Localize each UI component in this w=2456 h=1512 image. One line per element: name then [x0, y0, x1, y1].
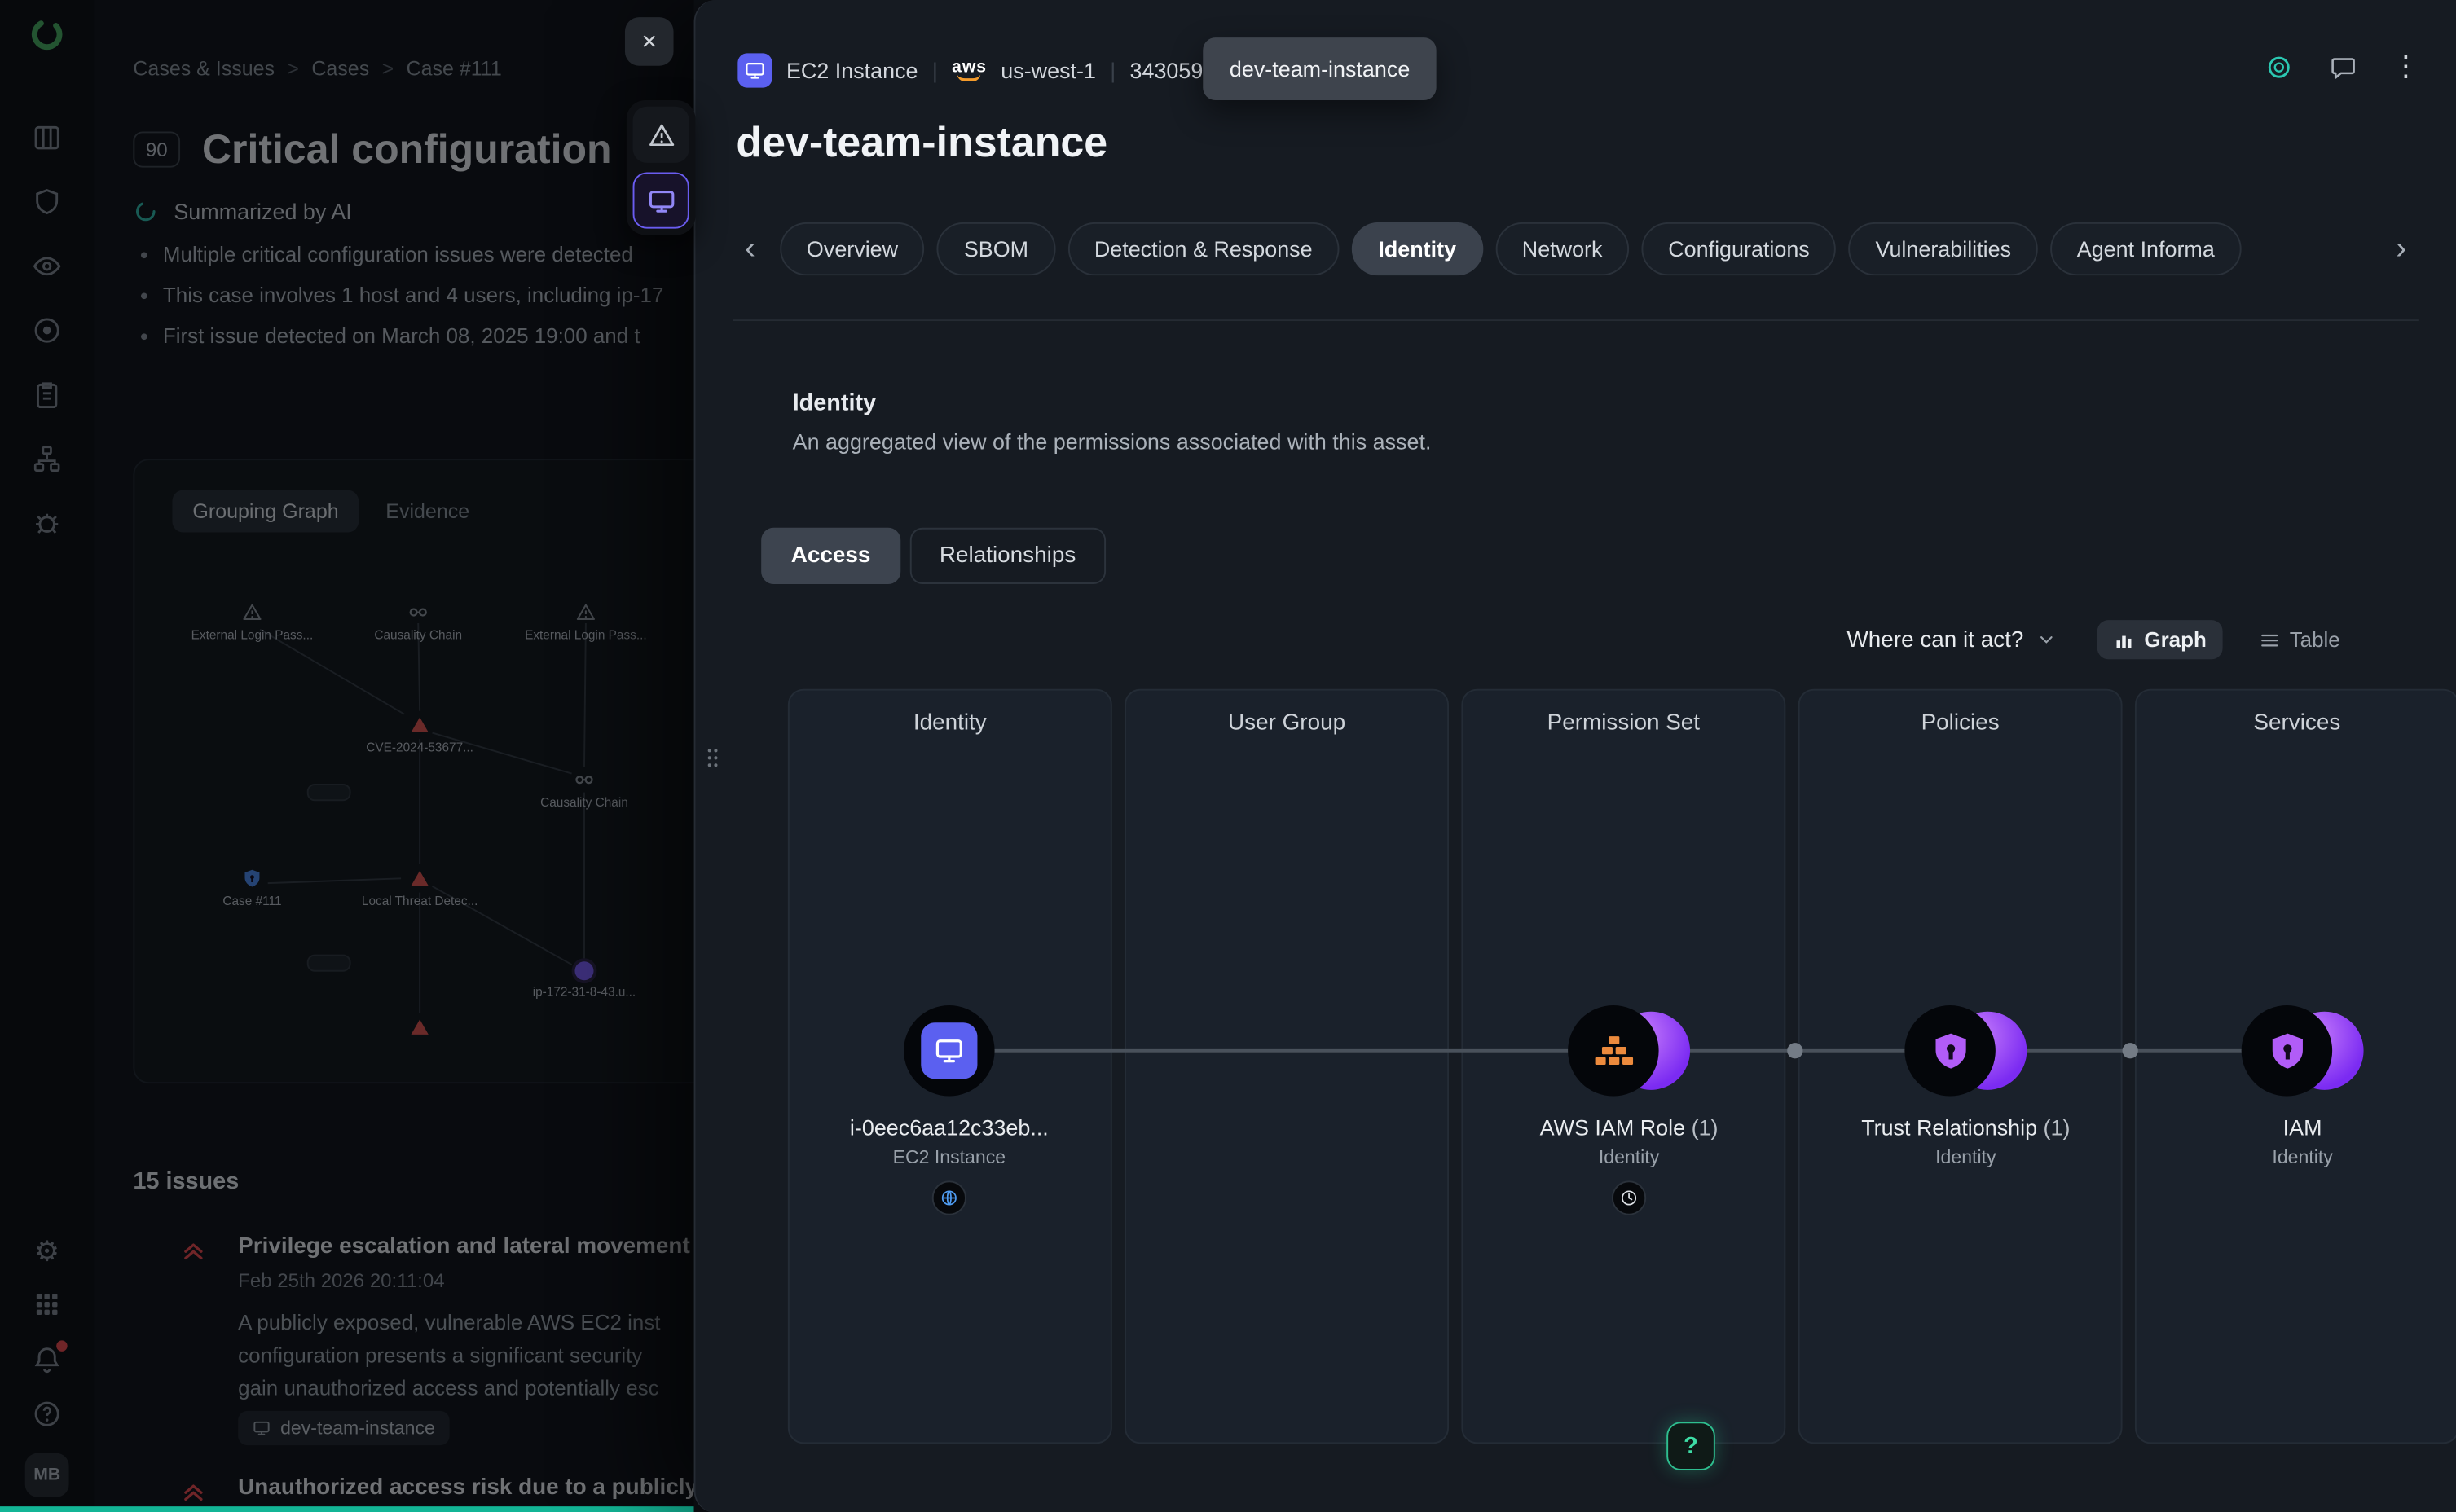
asset-header: EC2 Instance | aws us-west-1 | 343059098 [737, 53, 1239, 87]
close-icon: × [641, 26, 657, 57]
tab-identity[interactable]: Identity [1352, 222, 1483, 275]
kebab-icon: ⋮ [2392, 51, 2420, 83]
tab-divider [733, 319, 2419, 321]
tabs-scroll-left-button[interactable]: ‹ [733, 231, 768, 266]
policy-shield-icon [1927, 1028, 1973, 1074]
service-shield-icon [2265, 1028, 2310, 1074]
node-aws-iam-role[interactable]: AWS IAM Role (1) Identity [1472, 1005, 1785, 1215]
identity-mode-toggle: Access Relationships [761, 528, 1106, 584]
iam-role-icon [1591, 1028, 1636, 1074]
access-toggle-button[interactable]: Access [761, 528, 900, 584]
identity-section-heading: Identity [793, 390, 877, 417]
asset-title: dev-team-instance [736, 119, 1107, 168]
internet-exposure-badge [932, 1180, 966, 1215]
tab-network[interactable]: Network [1495, 222, 1629, 275]
header-divider: | [932, 58, 938, 83]
ec2-node-icon [921, 1022, 977, 1079]
dock-asset-button[interactable] [633, 172, 689, 228]
more-actions-button[interactable]: ⋮ [2393, 51, 2419, 83]
node-trust-relationship[interactable]: Trust Relationship (1) Identity [1809, 1005, 2122, 1168]
graph-view-button[interactable]: Graph [2097, 620, 2222, 659]
chevron-down-icon [2036, 630, 2057, 650]
question-mark-icon: ? [1684, 1433, 1698, 1460]
edge-junction-dot [1787, 1043, 1802, 1058]
globe-icon [940, 1189, 958, 1207]
dock-alerts-button[interactable] [633, 107, 689, 163]
ec2-asset-icon [737, 53, 772, 87]
tab-vulnerabilities[interactable]: Vulnerabilities [1849, 222, 2038, 275]
alert-triangle-icon [646, 120, 676, 150]
monitor-icon [646, 186, 676, 216]
identity-section-description: An aggregated view of the permissions as… [793, 429, 1432, 455]
close-drawer-button[interactable]: × [625, 17, 674, 66]
drawer-side-dock [627, 100, 696, 235]
temporary-credentials-badge [1612, 1180, 1646, 1215]
drag-dots-icon [700, 745, 725, 771]
drawer-resize-handle[interactable] [700, 745, 725, 771]
node-sublabel: Identity [2146, 1146, 2456, 1168]
asset-drawer: EC2 Instance | aws us-west-1 | 343059098… [694, 0, 2456, 1512]
node-iam-service[interactable]: IAM Identity [2146, 1005, 2456, 1168]
view-toggle-group: Graph Table [2097, 620, 2356, 659]
clock-icon [1620, 1189, 1639, 1207]
tab-agent-information[interactable]: Agent Informa [2050, 222, 2241, 275]
bar-chart-icon [2113, 629, 2135, 651]
node-label: IAM [2146, 1115, 2456, 1141]
node-sublabel: Identity [1809, 1146, 2122, 1168]
tab-detection-response[interactable]: Detection & Response [1067, 222, 1339, 275]
aws-logo: aws [952, 59, 987, 81]
tooltip: dev-team-instance [1203, 37, 1437, 100]
table-icon [2258, 629, 2280, 651]
where-can-it-act-dropdown[interactable]: Where can it act? [1847, 627, 2057, 653]
region-label: us-west-1 [1001, 58, 1096, 83]
help-button[interactable]: ? [1666, 1422, 1715, 1470]
node-sublabel: EC2 Instance [793, 1146, 1106, 1168]
radar-ring-icon [2265, 52, 2293, 81]
asset-type-label: EC2 Instance [786, 58, 918, 83]
node-sublabel: Identity [1472, 1146, 1785, 1168]
tab-configurations[interactable]: Configurations [1642, 222, 1837, 275]
graph-controls: Where can it act? Graph Table [1847, 620, 2356, 659]
table-view-button[interactable]: Table [2243, 620, 2356, 659]
modal-backdrop[interactable] [0, 0, 694, 1512]
relationships-toggle-button[interactable]: Relationships [909, 528, 1105, 584]
tabs-scroll-area: Overview SBOM Detection & Response Ident… [780, 222, 2371, 275]
chevron-right-icon: › [2396, 231, 2406, 266]
chevron-left-icon: ‹ [745, 231, 755, 266]
tabs-scroll-right-button[interactable]: › [2384, 231, 2419, 266]
comments-button[interactable] [2329, 52, 2357, 81]
column-user-group: User Group [1125, 689, 1449, 1444]
app-root: ⚙ MB Cases & Issues > Cases > Case #111 … [0, 0, 2456, 1512]
node-label: Trust Relationship (1) [1809, 1115, 2122, 1141]
node-label: i-0eec6aa12c33eb... [793, 1115, 1106, 1141]
node-ec2-instance[interactable]: i-0eec6aa12c33eb... EC2 Instance [793, 1005, 1106, 1215]
node-label: AWS IAM Role (1) [1472, 1115, 1785, 1141]
drawer-actions: ⋮ [2265, 51, 2418, 83]
aws-smile-icon [957, 73, 981, 81]
scanner-status-button[interactable] [2265, 52, 2293, 81]
identity-graph: Identity User Group Permission Set Polic… [788, 689, 2456, 1444]
tab-overview[interactable]: Overview [780, 222, 925, 275]
edge-junction-dot [2123, 1043, 2138, 1058]
bottom-scroll-indicator[interactable] [0, 1506, 694, 1512]
drawer-tab-bar: ‹ Overview SBOM Detection & Response Ide… [733, 219, 2419, 279]
header-divider: | [1110, 58, 1116, 83]
tab-sbom[interactable]: SBOM [937, 222, 1055, 275]
chat-icon [2329, 52, 2357, 81]
